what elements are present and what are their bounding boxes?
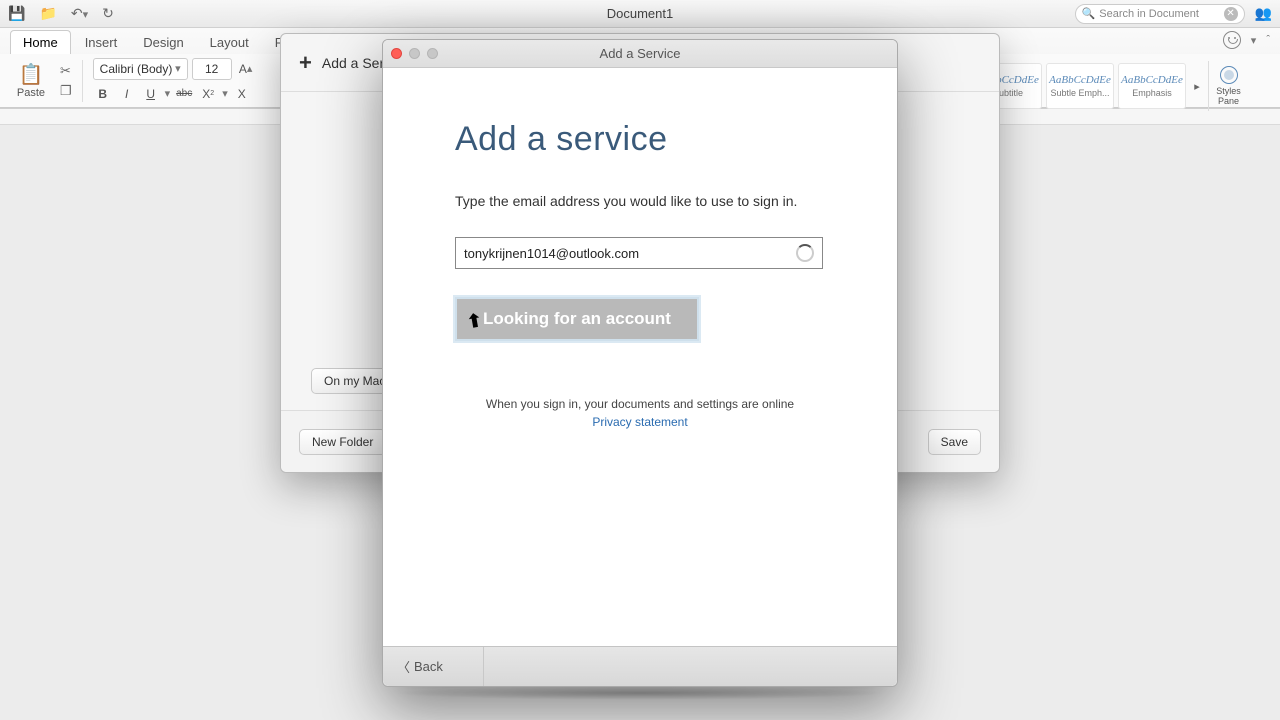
paste-button[interactable]: Paste [17,87,45,99]
clear-search-icon[interactable]: ✕ [1224,7,1238,21]
strikethrough-button[interactable]: abc [174,84,194,104]
undo-icon[interactable]: ↶▾ [71,5,88,22]
subscript-button[interactable]: X2 [198,84,218,104]
tab-home[interactable]: Home [10,30,71,54]
underline-button[interactable]: U [141,84,161,104]
repeat-icon[interactable]: ↻ [102,5,114,22]
dialog-footer: 〈 Back [383,646,897,686]
save-icon[interactable]: 💾 [8,5,25,22]
back-button[interactable]: Back [414,659,443,674]
share-icon[interactable]: 👥 [1255,5,1272,22]
dialog-shadow [392,686,888,700]
styles-gallery: AaBbCcDdEe Subtitle AaBbCcDdEe Subtle Em… [974,62,1242,110]
grow-font-button[interactable]: A▴ [236,59,256,79]
open-icon[interactable]: 📁 [39,5,56,22]
chevron-down-icon[interactable]: ▾ [1251,34,1257,47]
document-title: Document1 [322,6,958,21]
styles-pane-icon [1220,66,1238,84]
plus-icon[interactable]: + [299,50,312,76]
loading-spinner-icon [796,244,814,262]
dialog-heading: Add a service [455,120,825,159]
chevron-down-icon[interactable]: ▾ [165,87,171,100]
bold-button[interactable]: B [93,84,113,104]
app-titlebar: 💾 📁 ↶▾ ↻ Document1 🔍 Search in Document … [0,0,1280,28]
copy-icon[interactable]: ❐ [60,83,72,99]
add-service-dialog: Add a Service Add a service Type the ema… [382,39,898,687]
looking-label: Looking for an account [483,309,671,329]
tab-insert[interactable]: Insert [73,31,130,54]
divider [82,60,83,102]
font-name-select[interactable]: Calibri (Body)▾ [93,58,188,80]
signin-note: When you sign in, your documents and set… [455,397,825,411]
font-size-select[interactable]: 12 [192,58,232,80]
superscript-button[interactable]: X [232,84,252,104]
tab-design[interactable]: Design [131,31,195,54]
tab-layout[interactable]: Layout [198,31,261,54]
styles-more-icon[interactable]: ▸ [1190,80,1204,93]
looking-for-account-button[interactable]: ⬆ Looking for an account [455,297,699,341]
cursor-icon: ⬆ [465,310,484,333]
divider [483,647,484,686]
dialog-title: Add a Service [383,46,897,61]
email-value: tonykrijnen1014@outlook.com [464,246,639,261]
dialog-description: Type the email address you would like to… [455,193,825,209]
clipboard-icon[interactable]: 📋 [19,62,44,87]
search-icon: 🔍 [1082,7,1096,20]
search-placeholder: Search in Document [1099,8,1199,20]
privacy-link[interactable]: Privacy statement [455,415,825,429]
feedback-icon[interactable] [1223,31,1241,49]
collapse-ribbon-icon[interactable]: ˆ [1266,34,1270,46]
search-input[interactable]: 🔍 Search in Document ✕ [1075,4,1245,24]
chevron-down-icon[interactable]: ▾ [222,87,228,100]
save-button[interactable]: Save [928,429,981,455]
new-folder-button[interactable]: New Folder [299,429,386,455]
email-field[interactable]: tonykrijnen1014@outlook.com [455,237,823,269]
cut-icon[interactable]: ✂ [60,63,72,79]
italic-button[interactable]: I [117,84,137,104]
style-subtle-emphasis[interactable]: AaBbCcDdEe Subtle Emph... [1046,63,1114,109]
dialog-titlebar: Add a Service [383,40,897,68]
styles-pane-button[interactable]: Styles Pane [1208,61,1242,111]
style-emphasis[interactable]: AaBbCcDdEe Emphasis [1118,63,1186,109]
chevron-left-icon[interactable]: 〈 [397,657,410,676]
